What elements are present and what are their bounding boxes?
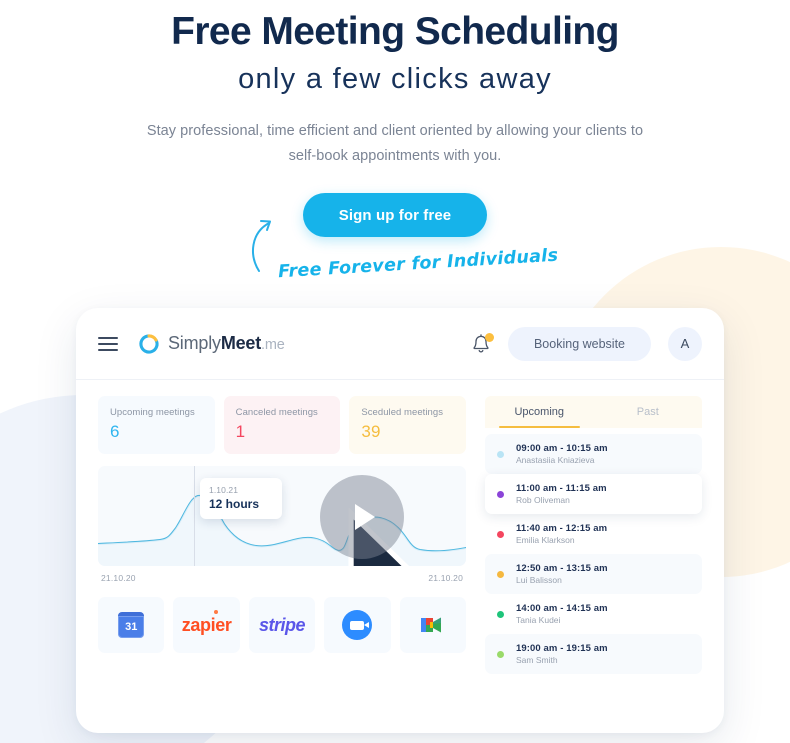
meeting-time: 09:00 am - 10:15 am [516,443,608,454]
integration-zoom[interactable] [324,597,391,653]
zoom-icon [342,610,373,640]
stat-label: Canceled meetings [235,407,318,418]
meeting-time: 12:50 am - 13:15 am [516,563,608,574]
meeting-list-item[interactable]: 12:50 am - 13:15 am Lui Balisson [485,554,702,594]
stat-value: 1 [235,422,246,441]
google-meet-icon [420,617,441,633]
notifications-button[interactable] [471,332,494,355]
stat-card-canceled[interactable]: Canceled meetings 1 [223,396,341,454]
tooltip-date: 1.10.21 [209,485,239,495]
page-root: Free Meeting Scheduling only a few click… [0,0,790,743]
stat-label: Sceduled meetings [361,407,443,418]
stat-card-scheduled[interactable]: Sceduled meetings 39 [349,396,467,454]
status-dot [497,530,504,538]
stat-card-upcoming[interactable]: Upcoming meetings 6 [98,396,215,454]
meeting-attendee: Lui Balisson [516,575,562,585]
tab-past[interactable]: Past [594,396,703,428]
chart-axis-labels: 21.10.20 21.10.20 [98,566,466,583]
cta-note: Free Forever for Individuals [277,246,559,283]
app-header: SimplyMeet.me Booking website A [76,308,724,380]
integration-google-meet[interactable] [399,597,467,653]
status-dot [497,570,504,578]
status-dot [497,490,504,498]
signup-button[interactable]: Sign up for free [303,193,487,238]
meeting-attendee: Rob Oliveman [516,495,570,505]
chart-axis-end: 21.10.20 [428,573,463,583]
hamburger-icon[interactable] [98,336,118,351]
stripe-icon: stripe [259,614,306,635]
integration-google-calendar[interactable]: 31 [98,597,165,653]
play-icon [355,504,375,530]
stat-value: 39 [361,422,381,441]
notification-badge [484,332,494,342]
tab-upcoming[interactable]: Upcoming [485,396,594,428]
play-video-button[interactable] [320,475,404,559]
header-actions: Booking website A [471,326,702,361]
meeting-time: 19:00 am - 19:15 am [516,643,608,654]
meeting-attendee: Tania Kudei [516,615,561,625]
meetings-list: 09:00 am - 10:15 am Anastasiia Kniazieva… [485,434,702,674]
meeting-attendee: Anastasiia Kniazieva [516,455,595,465]
zapier-icon: zapier [181,609,232,635]
meeting-time: 14:00 am - 14:15 am [516,603,608,614]
meeting-tabs: Upcoming Past [485,396,702,428]
brand-name-suffix: .me [261,337,285,353]
meeting-time: 11:40 am - 12:15 am [516,523,608,534]
app-preview-card: SimplyMeet.me Booking website A Upcoming… [76,308,724,733]
stats-row: Upcoming meetings 6 Canceled meetings 1 … [98,396,467,454]
dashboard-right-column: Upcoming Past 09:00 am - 10:15 am Anasta… [485,396,702,674]
brand-name-light: Simply [168,333,221,353]
integrations-row: 31 zapier stripe [98,597,467,653]
status-dot [497,610,504,618]
stat-label: Upcoming meetings [110,407,195,418]
meeting-attendee: Emilia Klarkson [516,535,575,545]
status-dot [497,650,504,658]
meeting-time: 11:00 am - 11:15 am [516,483,607,494]
simplymeet-logo-icon [139,333,159,354]
meeting-list-item[interactable]: 11:00 am - 11:15 am Rob Oliveman [485,474,702,514]
integration-stripe[interactable]: stripe [248,597,316,653]
meeting-attendee: Sam Smith [516,655,558,665]
chart-hover-line [194,466,195,566]
stat-value: 6 [110,422,120,441]
meeting-list-item[interactable]: 14:00 am - 14:15 am Tania Kudei [485,594,702,634]
avatar[interactable]: A [668,326,702,361]
page-subtitle: only a few clicks away [238,62,552,95]
google-calendar-icon: 31 [118,612,145,638]
meeting-list-item[interactable]: 09:00 am - 10:15 am Anastasiia Kniazieva [485,434,702,474]
hero-description: Stay professional, time efficient and cl… [146,123,644,165]
chart-axis-start: 21.10.20 [101,573,136,583]
booking-website-button[interactable]: Booking website [507,326,651,361]
app-body: Upcoming meetings 6 Canceled meetings 1 … [76,380,724,674]
brand-logo: SimplyMeet.me [138,333,285,355]
activity-chart[interactable]: 1.10.21 12 hours [98,466,466,566]
hero-section: Free Meeting Scheduling only a few click… [0,0,790,169]
brand-name-bold: Meet [220,333,262,353]
meeting-list-item[interactable]: 11:40 am - 12:15 am Emilia Klarkson [485,514,702,554]
integration-zapier[interactable]: zapier [173,597,240,653]
status-dot [497,450,504,458]
cta-section: Sign up for free Free Forever for Indivi… [0,193,790,293]
brand-name: SimplyMeet.me [168,333,285,354]
meeting-list-item[interactable]: 19:00 am - 19:15 am Sam Smith [485,634,702,674]
dashboard-left-column: Upcoming meetings 6 Canceled meetings 1 … [98,396,467,674]
page-title: Free Meeting Scheduling [171,10,619,53]
